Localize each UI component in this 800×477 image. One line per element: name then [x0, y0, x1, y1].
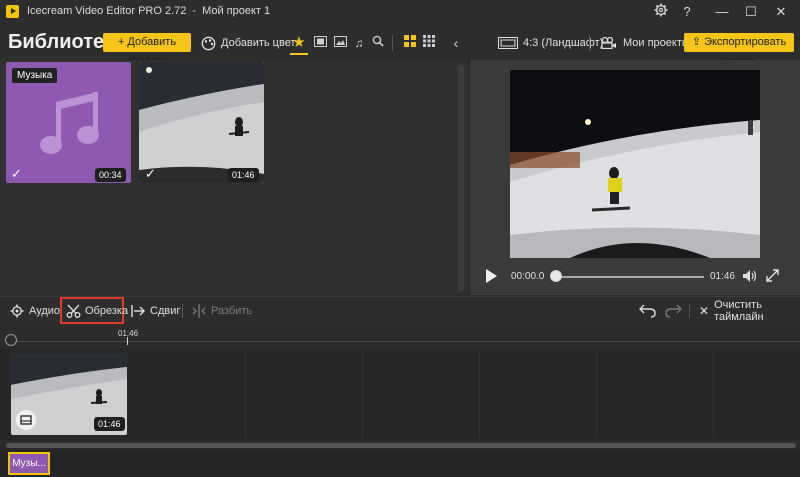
audio-button[interactable]: Аудио: [10, 302, 60, 320]
small-grid-view-icon[interactable]: [420, 34, 438, 52]
trim-button[interactable]: Обрезка: [66, 302, 128, 320]
clip-thumbnail-toggle-icon[interactable]: [16, 410, 36, 430]
image-filter-icon[interactable]: [331, 34, 349, 52]
checkmark-icon: ✓: [11, 166, 22, 181]
shift-label: Сдвиг: [150, 305, 181, 317]
seek-bar-handle[interactable]: [550, 270, 562, 282]
help-button[interactable]: ?: [677, 3, 697, 21]
shift-arrow-icon: [131, 305, 145, 317]
header-divider: [392, 35, 393, 51]
clip-duration: 01:46: [94, 417, 125, 431]
title-separator: -: [192, 5, 197, 17]
video-duration: 01:46: [228, 168, 259, 182]
maximize-button[interactable]: ☐: [741, 3, 761, 21]
audio-track: [0, 449, 800, 477]
video-preview: [510, 70, 760, 258]
favorites-star-icon[interactable]: ★: [290, 34, 308, 52]
undo-icon[interactable]: [639, 303, 656, 318]
ruler-marker-tick: [127, 337, 128, 345]
music-badge: Музыка: [12, 68, 58, 83]
current-time: 00:00.0: [511, 271, 545, 282]
aspect-ratio-selector[interactable]: 4:3 (Ландшафт): [498, 34, 603, 52]
playhead-handle[interactable]: [5, 334, 17, 346]
app-title: Icecream Video Editor PRO 2.72: [27, 5, 187, 17]
trim-label: Обрезка: [85, 305, 129, 317]
add-color-button[interactable]: Добавить цвет: [201, 34, 295, 52]
settings-gear-icon[interactable]: [651, 3, 671, 21]
volume-icon[interactable]: [742, 269, 757, 283]
scissors-icon: [66, 304, 81, 319]
minimize-button[interactable]: —: [712, 3, 732, 21]
audio-clip-music[interactable]: Музы...: [8, 452, 50, 475]
app-logo-icon: [6, 5, 19, 18]
window-title: Icecream Video Editor PRO 2.72- Мой проек…: [27, 5, 270, 17]
my-projects-label: Мои проекты: [623, 37, 690, 49]
timeline-gridline: [596, 352, 597, 438]
timeline-gridline: [479, 352, 480, 438]
shift-button[interactable]: Сдвиг: [131, 302, 180, 320]
aspect-ratio-label: 4:3 (Ландшафт): [523, 37, 604, 49]
ruler-baseline: [12, 341, 800, 342]
play-icon[interactable]: [483, 268, 499, 284]
search-icon[interactable]: [369, 34, 387, 52]
camera-icon: [601, 36, 617, 50]
palette-icon: [201, 36, 216, 51]
library-item-video[interactable]: [139, 62, 264, 183]
timeline-gridline: [362, 352, 363, 438]
clear-timeline-label: Очистить таймлайн: [714, 299, 764, 323]
add-files-button[interactable]: + Добавить файлы: [103, 33, 191, 67]
total-time: 01:46: [710, 271, 736, 282]
video-filter-icon[interactable]: [311, 34, 329, 52]
video-thumbnail: [139, 62, 264, 183]
add-color-label: Добавить цвет: [221, 37, 296, 49]
clear-timeline-button[interactable]: ✕ Очистить таймлайн: [699, 299, 800, 323]
header-divider: [589, 35, 590, 51]
export-video-button[interactable]: ⇪ Экспортировать видео: [684, 33, 794, 67]
library-scrollbar[interactable]: [458, 65, 464, 291]
project-title: Мой проект 1: [202, 5, 271, 17]
export-icon: ⇪: [691, 36, 705, 48]
toolbar-divider: [182, 304, 183, 318]
close-icon: ✕: [699, 304, 710, 318]
redo-icon[interactable]: [665, 303, 682, 318]
music-duration: 00:34: [95, 168, 126, 182]
timeline-gridline: [713, 352, 714, 438]
collapse-chevron-left-icon[interactable]: ‹: [447, 34, 465, 52]
active-filter-underline: [290, 53, 308, 55]
split-icon: [192, 304, 206, 318]
checkmark-icon: ✓: [145, 166, 156, 181]
audio-label: Аудио: [29, 305, 61, 317]
timeline-horizontal-scrollbar[interactable]: [6, 443, 796, 448]
fullscreen-icon[interactable]: [765, 268, 780, 283]
split-button[interactable]: Разбить: [192, 302, 252, 320]
timeline-gridline: [245, 352, 246, 438]
aspect-ratio-icon: [498, 37, 518, 49]
close-window-button[interactable]: ✕: [771, 3, 791, 21]
ruler-marker-time: 01:46: [118, 329, 139, 338]
split-label: Разбить: [211, 305, 253, 317]
large-grid-view-icon[interactable]: [401, 34, 419, 52]
my-projects-button[interactable]: Мои проекты: [601, 34, 690, 52]
audio-settings-gear-icon: [10, 304, 24, 318]
music-filter-icon[interactable]: ♫: [350, 34, 368, 52]
seek-bar-track[interactable]: [556, 276, 704, 278]
toolbar-divider: [689, 304, 690, 318]
